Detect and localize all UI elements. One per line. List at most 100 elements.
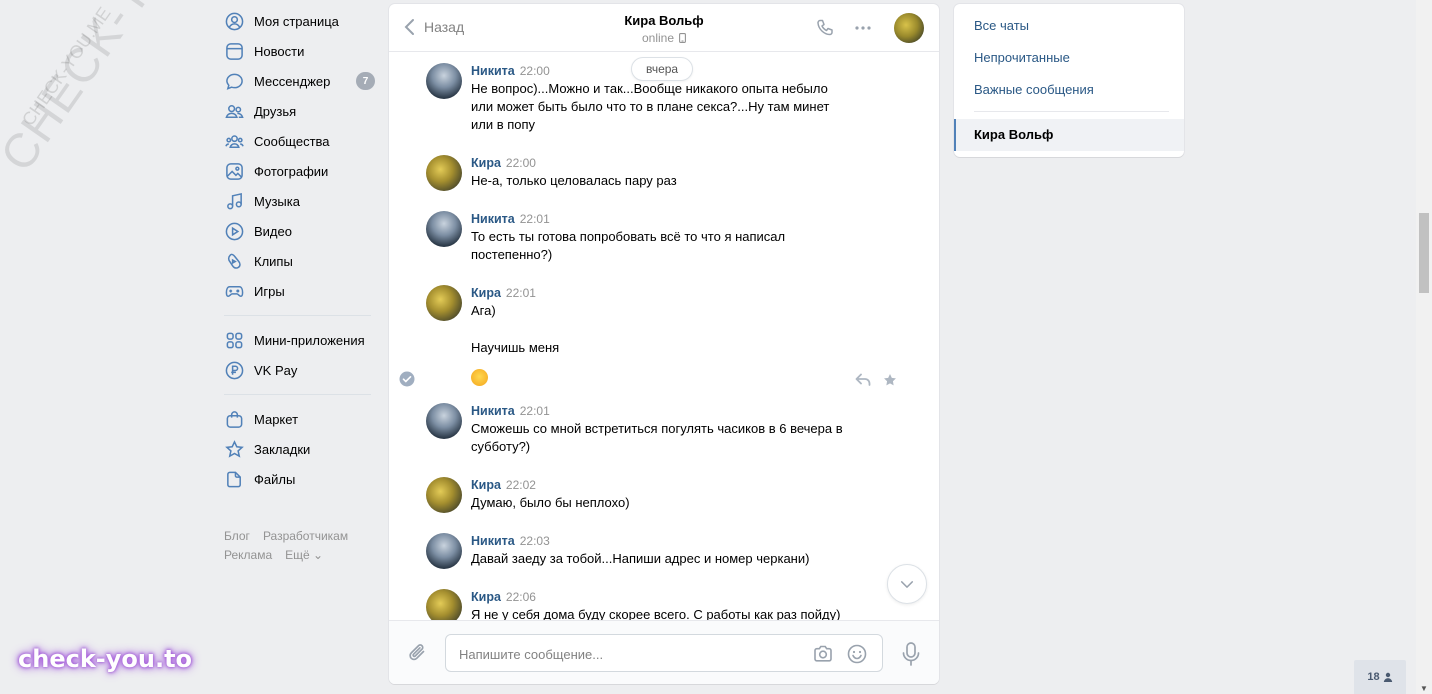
message-line: Я не у себя дома буду скорее всего. С ра… xyxy=(471,607,841,620)
message-history[interactable]: вчера Никита 22:00 Не вопрос)...Можно и т… xyxy=(389,53,939,620)
message-line: постепенно?) xyxy=(471,247,553,262)
message-line: Давай заеду за тобой...Напиши адрес и но… xyxy=(471,551,810,566)
sidebar-item-clips[interactable]: Клипы xyxy=(222,246,372,276)
friends-icon xyxy=(224,101,244,121)
sidebar-item-mini-apps[interactable]: Мини-приложения xyxy=(222,325,372,355)
message-text: Давай заеду за тобой...Напиши адрес и но… xyxy=(471,550,886,568)
scroll-to-bottom-button[interactable] xyxy=(887,564,927,604)
sidebar-item-label: Мини-приложения xyxy=(254,332,365,348)
camera-icon[interactable] xyxy=(812,643,834,665)
peer-avatar[interactable] xyxy=(894,13,924,43)
avatar[interactable] xyxy=(426,285,462,321)
active-chat-item[interactable]: Кира Вольф xyxy=(954,119,1184,151)
footer-link-developers[interactable]: Разработчикам xyxy=(263,529,348,543)
games-icon xyxy=(224,281,244,301)
sidebar-item-market[interactable]: Маркет xyxy=(222,404,372,434)
message-author[interactable]: Кира xyxy=(471,478,501,492)
message-author[interactable]: Кира xyxy=(471,286,501,300)
microphone-icon[interactable] xyxy=(901,641,921,667)
message-author[interactable]: Никита xyxy=(471,404,515,418)
sidebar-item-label: Фотографии xyxy=(254,163,329,179)
message-item[interactable]: Никита 22:01 Сможешь со мной встретиться … xyxy=(426,403,886,456)
avatar[interactable] xyxy=(426,533,462,569)
message-item[interactable]: Кира 22:02 Думаю, было бы неплохо) xyxy=(426,477,886,513)
sidebar-item-communities[interactable]: Сообщества xyxy=(222,126,372,156)
clips-icon xyxy=(224,251,244,271)
sidebar-item-my-page[interactable]: Моя страница xyxy=(222,6,372,36)
message-author[interactable]: Кира xyxy=(471,156,501,170)
message-item[interactable]: Кира 22:06 Я не у себя дома буду скорее в… xyxy=(426,589,886,620)
message-author[interactable]: Никита xyxy=(471,534,515,548)
message-time[interactable]: 22:00 xyxy=(506,156,536,170)
message-item[interactable]: Кира 22:00 Не-а, только целовалась пару р… xyxy=(426,155,886,191)
message-text: То есть ты готова попробовать всё то что… xyxy=(471,228,886,264)
filters-divider xyxy=(974,111,1169,112)
message-text: Думаю, было бы неплохо) xyxy=(471,494,886,512)
message-line: или в попу xyxy=(471,117,536,132)
sidebar-item-label: Клипы xyxy=(254,253,293,269)
avatar[interactable] xyxy=(426,477,462,513)
message-time[interactable]: 22:01 xyxy=(520,404,550,418)
message-item[interactable]: Кира 22:01 Ага) xyxy=(426,285,886,321)
footer-link-blog[interactable]: Блог xyxy=(224,529,250,543)
message-author[interactable]: Никита xyxy=(471,64,515,78)
sidebar-item-photos[interactable]: Фотографии xyxy=(222,156,372,186)
sidebar-item-news[interactable]: Новости xyxy=(222,36,372,66)
market-icon xyxy=(224,409,244,429)
filter-important[interactable]: Важные сообщения xyxy=(974,82,1094,97)
message-input[interactable] xyxy=(459,644,799,664)
message-author[interactable]: Никита xyxy=(471,212,515,226)
more-icon[interactable] xyxy=(853,18,873,38)
message-item[interactable]: Никита 22:03 Давай заеду за тобой...Напиш… xyxy=(426,533,886,569)
avatar[interactable] xyxy=(426,155,462,191)
sidebar-item-bookmarks[interactable]: Закладки xyxy=(222,434,372,464)
peer-status: online xyxy=(642,31,686,45)
filter-unread[interactable]: Непрочитанные xyxy=(974,50,1070,65)
sidebar-item-music[interactable]: Музыка xyxy=(222,186,372,216)
phone-icon[interactable] xyxy=(815,18,835,38)
avatar[interactable] xyxy=(426,211,462,247)
paperclip-icon[interactable] xyxy=(406,641,430,665)
sidebar-item-games[interactable]: Игры xyxy=(222,276,372,306)
message-time[interactable]: 22:01 xyxy=(520,212,550,226)
message-text: Не вопрос)...Можно и так...Вообще никако… xyxy=(471,80,886,134)
footer-link-ads[interactable]: Реклама xyxy=(224,548,272,562)
avatar[interactable] xyxy=(426,63,462,99)
filter-all-chats[interactable]: Все чаты xyxy=(974,18,1029,33)
message-time[interactable]: 22:03 xyxy=(520,534,550,548)
avatar[interactable] xyxy=(426,403,462,439)
reply-icon[interactable] xyxy=(855,373,871,387)
sidebar-item-vk-pay[interactable]: VK Pay xyxy=(222,355,372,385)
message-continuation[interactable]: Научишь меня xyxy=(471,339,559,357)
page-scrollbar[interactable] xyxy=(1416,0,1432,694)
photos-icon xyxy=(224,161,244,181)
sidebar-item-label: Закладки xyxy=(254,441,311,457)
emoji-icon[interactable] xyxy=(846,643,868,665)
sidebar-item-friends[interactable]: Друзья xyxy=(222,96,372,126)
page-scrollbar-thumb[interactable] xyxy=(1419,213,1429,293)
message-author[interactable]: Кира xyxy=(471,590,501,604)
emoji-sticker xyxy=(471,369,488,386)
files-icon xyxy=(224,469,244,489)
message-text: Сможешь со мной встретиться погулять час… xyxy=(471,420,886,456)
online-count: 18 xyxy=(1367,671,1380,683)
sidebar-item-label: Маркет xyxy=(254,411,299,427)
chat-panel: Назад Кира Вольф online вчера Никита 22:0… xyxy=(389,4,939,684)
message-time[interactable]: 22:02 xyxy=(506,478,536,492)
star-icon[interactable] xyxy=(883,373,897,387)
communities-icon xyxy=(224,131,244,151)
sidebar-item-video[interactable]: Видео xyxy=(222,216,372,246)
message-time[interactable]: 22:01 xyxy=(506,286,536,300)
avatar[interactable] xyxy=(426,589,462,620)
message-item[interactable]: Никита 22:01 То есть ты готова попробоват… xyxy=(426,211,886,264)
sidebar-item-files[interactable]: Файлы xyxy=(222,464,372,494)
footer-link-more[interactable]: Ещё ⌄ xyxy=(285,548,323,562)
mobile-icon xyxy=(679,33,686,43)
scrollbar-down-arrow[interactable]: ▼ xyxy=(1420,684,1428,693)
music-icon xyxy=(224,191,244,211)
message-time[interactable]: 22:06 xyxy=(506,590,536,604)
sidebar-item-messenger[interactable]: Мессенджер 7 xyxy=(222,66,375,96)
online-friends-counter[interactable]: 18 xyxy=(1354,660,1406,694)
selected-check-icon[interactable] xyxy=(399,371,415,387)
message-time[interactable]: 22:00 xyxy=(520,64,550,78)
